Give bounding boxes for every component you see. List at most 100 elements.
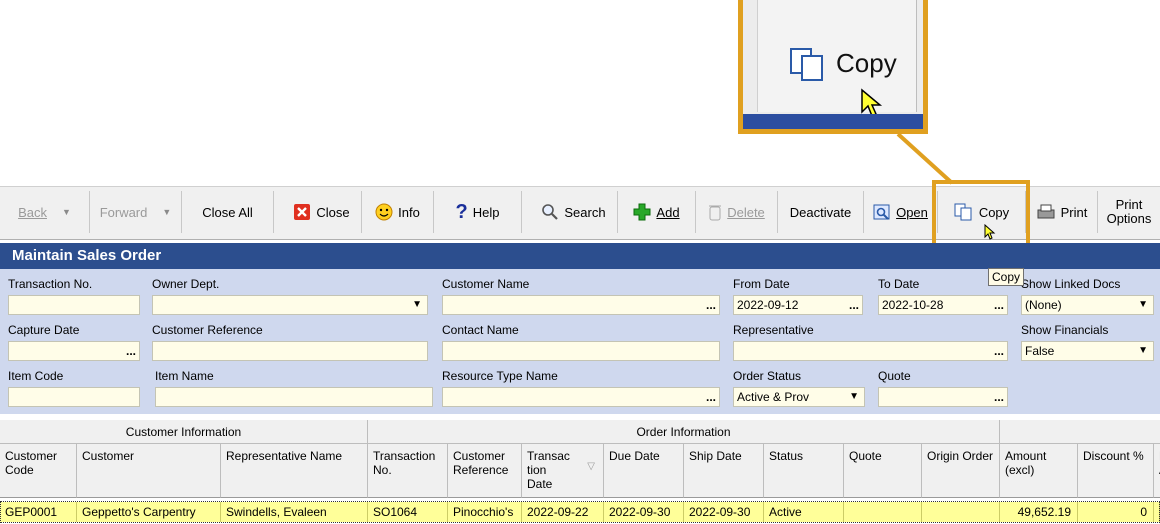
from-date-input[interactable]: 2022-09-12 ... xyxy=(733,295,863,315)
ellipsis-button[interactable]: ... xyxy=(126,342,136,360)
column-header-discount-percent[interactable]: Discount % xyxy=(1078,444,1154,498)
capture-date-input[interactable]: ... xyxy=(8,341,140,361)
forward-button[interactable]: Forward ▼ xyxy=(90,191,182,233)
group-header-blank xyxy=(1000,420,1160,444)
column-header-status[interactable]: Status xyxy=(764,444,844,498)
print-label: Print xyxy=(1060,204,1088,220)
order-status-select[interactable]: Active & Prov ▼ xyxy=(733,387,865,407)
column-header-customer-reference[interactable]: Customer Reference xyxy=(448,444,522,498)
order-status-value: Active & Prov xyxy=(737,390,810,404)
ellipsis-button[interactable]: ... xyxy=(994,296,1004,314)
copy-tooltip: Copy xyxy=(988,268,1025,286)
column-header-amount-excl[interactable]: Amount (excl) xyxy=(1000,444,1078,498)
deactivate-label: Deactivate xyxy=(789,204,852,220)
deactivate-button[interactable]: Deactivate xyxy=(778,191,864,233)
delete-label: Delete xyxy=(727,204,765,220)
window-title: Maintain Sales Order xyxy=(0,243,1160,269)
customer-reference-label: Customer Reference xyxy=(152,323,263,337)
forward-label: Forward xyxy=(99,204,148,220)
column-header-transaction-date[interactable]: Transac tion Date ▽ xyxy=(522,444,604,498)
transaction-no-input[interactable] xyxy=(8,295,140,315)
print-button[interactable]: Print xyxy=(1026,191,1098,233)
help-button[interactable]: ? Help xyxy=(434,191,522,233)
column-header-quote[interactable]: Quote xyxy=(844,444,922,498)
transaction-date-header-label: Transac tion Date xyxy=(527,449,570,491)
quote-input[interactable]: ... xyxy=(878,387,1008,407)
column-header-due-date[interactable]: Due Date xyxy=(604,444,684,498)
open-label: Open xyxy=(896,204,928,220)
ellipsis-button[interactable]: ... xyxy=(994,388,1004,406)
add-button[interactable]: Add xyxy=(618,191,696,233)
copy-button[interactable]: Copy xyxy=(938,191,1026,233)
print-options-label-line2: Options xyxy=(1106,211,1152,226)
delete-button[interactable]: Delete xyxy=(696,191,778,233)
to-date-label: To Date xyxy=(878,277,920,291)
resource-type-name-input[interactable]: ... xyxy=(442,387,720,407)
filter-panel: Transaction No. Owner Dept. Customer Nam… xyxy=(0,269,1160,414)
customer-reference-input[interactable] xyxy=(152,341,428,361)
ellipsis-button[interactable]: ... xyxy=(706,296,716,314)
close-icon xyxy=(294,204,311,220)
show-linked-docs-label: Show Linked Docs xyxy=(1021,277,1121,291)
back-label: Back xyxy=(18,204,47,220)
ellipsis-button[interactable]: ... xyxy=(849,296,859,314)
chevron-down-icon[interactable]: ▼ xyxy=(849,388,859,406)
column-header-transaction-no[interactable]: Transaction No. xyxy=(368,444,448,498)
order-status-label: Order Status xyxy=(733,369,802,383)
copy-icon xyxy=(954,203,972,221)
close-button[interactable]: Close xyxy=(282,191,362,233)
forward-dropdown-icon[interactable]: ▼ xyxy=(162,207,171,217)
column-header-customer[interactable]: Customer xyxy=(77,444,221,498)
ellipsis-button[interactable]: ... xyxy=(706,388,716,406)
chevron-down-icon[interactable]: ▼ xyxy=(1138,342,1148,360)
item-code-input[interactable] xyxy=(8,387,140,407)
print-options-button[interactable]: Print Options xyxy=(1098,191,1160,233)
owner-dept-select[interactable]: ▼ xyxy=(152,295,428,315)
help-label: Help xyxy=(472,204,500,220)
column-header-representative-name[interactable]: Representative Name xyxy=(221,444,368,498)
show-financials-label: Show Financials xyxy=(1021,323,1109,337)
to-date-input[interactable]: 2022-10-28 ... xyxy=(878,295,1008,315)
ellipsis-button[interactable]: ... xyxy=(994,342,1004,360)
sort-indicator-icon: ▽ xyxy=(587,461,595,472)
from-date-value: 2022-09-12 xyxy=(737,298,799,312)
back-dropdown-icon[interactable]: ▼ xyxy=(62,207,71,217)
show-financials-value: False xyxy=(1025,344,1055,358)
open-button[interactable]: Open xyxy=(864,191,938,233)
search-icon xyxy=(542,204,559,220)
from-date-label: From Date xyxy=(733,277,790,291)
back-button[interactable]: Back ▼ xyxy=(0,191,90,233)
selected-row-focus xyxy=(0,501,1160,523)
close-all-button[interactable]: Close All xyxy=(182,191,274,233)
printer-icon xyxy=(1037,204,1055,219)
to-date-value: 2022-10-28 xyxy=(882,298,944,312)
transaction-no-label: Transaction No. xyxy=(8,277,93,291)
capture-date-label: Capture Date xyxy=(8,323,80,337)
chevron-down-icon[interactable]: ▼ xyxy=(1138,296,1148,314)
contact-name-input[interactable] xyxy=(442,341,720,361)
column-header-origin-order[interactable]: Origin Order xyxy=(922,444,1000,498)
customer-name-label: Customer Name xyxy=(442,277,530,291)
column-header-customer-code[interactable]: Customer Code xyxy=(0,444,77,498)
representative-input[interactable]: ... xyxy=(733,341,1008,361)
owner-dept-label: Owner Dept. xyxy=(152,277,220,291)
search-button[interactable]: Search xyxy=(530,191,618,233)
print-options-label-line1: Print xyxy=(1115,197,1143,212)
show-linked-docs-value: (None) xyxy=(1025,298,1062,312)
representative-label: Representative xyxy=(733,323,814,337)
info-button[interactable]: Info xyxy=(362,191,434,233)
column-header-truncated[interactable]: D A xyxy=(1154,444,1160,498)
chevron-down-icon[interactable]: ▼ xyxy=(412,296,422,314)
group-header-customer-information: Customer Information xyxy=(0,420,368,444)
quote-label: Quote xyxy=(878,369,911,383)
show-linked-docs-select[interactable]: (None) ▼ xyxy=(1021,295,1154,315)
item-code-label: Item Code xyxy=(8,369,64,383)
item-name-input[interactable] xyxy=(155,387,433,407)
info-label: Info xyxy=(398,204,420,220)
show-financials-select[interactable]: False ▼ xyxy=(1021,341,1154,361)
cursor-icon xyxy=(984,224,996,240)
customer-name-input[interactable]: ... xyxy=(442,295,720,315)
plus-icon xyxy=(633,203,651,221)
search-label: Search xyxy=(564,204,606,220)
column-header-ship-date[interactable]: Ship Date xyxy=(684,444,764,498)
